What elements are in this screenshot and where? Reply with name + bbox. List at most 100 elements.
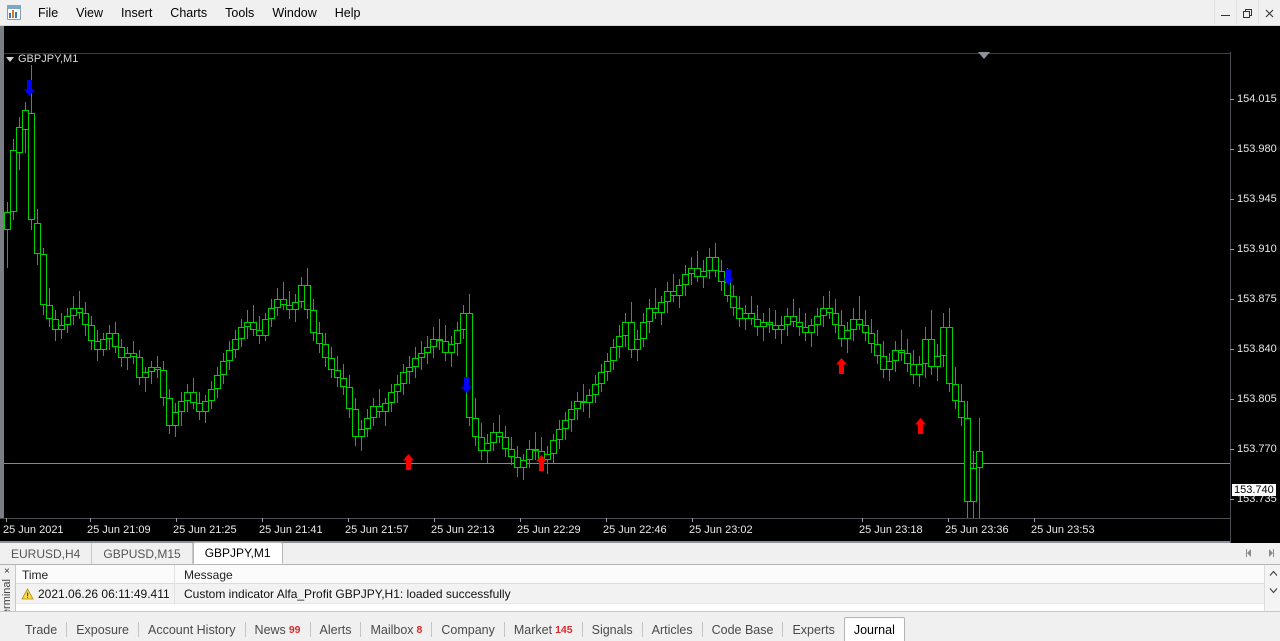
candle-wick [439, 318, 440, 350]
time-tick [606, 518, 607, 522]
tab-code-base[interactable]: Code Base [703, 619, 783, 641]
price-tick-label: 153.805 [1237, 393, 1277, 405]
price-tick-label: 154.015 [1237, 93, 1277, 105]
table-row[interactable]: 2021.06.26 06:11:49.411 Custom indicator… [16, 584, 1264, 604]
scroll-right-icon[interactable] [1264, 546, 1276, 560]
price-tick-label: 153.840 [1237, 343, 1277, 355]
tab-account-history[interactable]: Account History [139, 619, 245, 641]
tab-experts[interactable]: Experts [783, 619, 843, 641]
terminal-tab-bar: Trade Exposure Account History News 99 Alerts… [0, 611, 1280, 641]
column-header-time[interactable]: Time [22, 568, 48, 582]
chart-tab-gbpjpy-m1[interactable]: GBPJPY,M1 [192, 542, 283, 564]
scroll-up-icon[interactable] [1265, 565, 1280, 581]
menu-item-window[interactable]: Window [263, 3, 325, 23]
time-tick [90, 518, 91, 522]
menu-bar: File View Insert Charts Tools Window Help [0, 0, 1280, 26]
row-divider [174, 584, 175, 604]
time-axis-line [0, 518, 1280, 519]
journal-scrollbar[interactable] [1264, 565, 1280, 612]
chart-tab-bar: EURUSD,H4 GBPUSD,M15 GBPJPY,M1 [0, 542, 1280, 565]
menu-item-tools[interactable]: Tools [216, 3, 263, 23]
tab-trade[interactable]: Trade [16, 619, 66, 641]
price-tick [1230, 449, 1234, 450]
candle-wick [793, 299, 794, 328]
price-tick [1230, 249, 1234, 250]
terminal-close-icon[interactable]: × [4, 567, 10, 577]
tab-label: Articles [651, 623, 693, 637]
candle-wick [901, 330, 902, 362]
chart-plot[interactable] [4, 54, 1230, 543]
minimize-button[interactable] [1214, 0, 1236, 26]
time-tick [948, 518, 949, 522]
tab-journal[interactable]: Journal [843, 617, 905, 641]
time-tick-label: 25 Jun 23:02 [689, 524, 753, 536]
tab-label: Signals [591, 623, 633, 637]
chart-top-border [4, 53, 1230, 54]
tab-mailbox[interactable]: Mailbox 8 [361, 619, 431, 641]
restore-button[interactable] [1236, 0, 1258, 26]
window-controls [1214, 0, 1280, 26]
column-divider[interactable] [174, 565, 175, 584]
scroll-down-icon[interactable] [1265, 582, 1280, 598]
tab-label: Trade [25, 623, 58, 637]
chevron-down-icon[interactable] [6, 56, 14, 62]
price-tick [1230, 499, 1234, 500]
chart-tab-eurusd-h4[interactable]: EURUSD,H4 [0, 543, 93, 564]
candlestick [975, 54, 984, 543]
price-axis[interactable]: 154.015 153.980 153.945 153.910 153.875 153.8… [1230, 52, 1280, 543]
chart-area[interactable]: GBPJPY,M1 154.015 153.980 153.945 153.910 15… [0, 26, 1280, 543]
time-tick [1034, 518, 1035, 522]
price-tick-label: 153.910 [1237, 243, 1277, 255]
candle-wick [499, 414, 500, 443]
chart-tab-gbpusd-m15[interactable]: GBPUSD,M15 [92, 543, 193, 564]
journal-message: Custom indicator Alfa_Profit GBPJPY,H1: … [184, 587, 511, 601]
time-tick-label: 25 Jun 22:29 [517, 524, 581, 536]
candle-wick [145, 366, 146, 393]
time-tick-label: 25 Jun 2021 [3, 524, 64, 536]
candle-wick [673, 273, 674, 302]
chart-scroll-marker-icon[interactable] [978, 52, 990, 59]
tab-exposure[interactable]: Exposure [67, 619, 138, 641]
price-tick [1230, 349, 1234, 350]
tab-label: Exposure [76, 623, 130, 637]
tab-label: Journal [853, 622, 895, 637]
buy-arrow-icon [835, 358, 848, 374]
price-tick [1230, 299, 1234, 300]
chart-symbol-label: GBPJPY,M1 [6, 53, 78, 65]
tab-label: Experts [792, 623, 835, 637]
candle-wick [769, 307, 770, 334]
time-tick [176, 518, 177, 522]
tab-label: Alerts [319, 623, 352, 637]
tab-badge: 99 [288, 624, 301, 636]
candle-body [976, 451, 983, 469]
time-axis[interactable]: 25 Jun 2021 25 Jun 21:09 25 Jun 21:25 25 Ju… [0, 518, 1280, 543]
tab-signals[interactable]: Signals [583, 619, 642, 641]
tab-company[interactable]: Company [432, 619, 504, 641]
tab-market[interactable]: Market 145 [505, 619, 582, 641]
journal-table: Time Message 2021.06.26 06:11:49.411 Cust… [16, 565, 1264, 612]
menu-item-charts[interactable]: Charts [161, 3, 216, 23]
time-tick-label: 25 Jun 21:57 [345, 524, 409, 536]
time-tick [6, 518, 7, 522]
sell-arrow-icon [460, 377, 473, 393]
candle-wick [79, 290, 80, 319]
warning-icon [21, 588, 34, 603]
column-header-message[interactable]: Message [184, 568, 233, 582]
menu-item-view[interactable]: View [67, 3, 112, 23]
price-tick [1230, 199, 1234, 200]
menu-item-file[interactable]: File [29, 3, 67, 23]
price-tick [1230, 99, 1234, 100]
time-tick [692, 518, 693, 522]
journal-time: 2021.06.26 06:11:49.411 [38, 587, 170, 601]
tab-alerts[interactable]: Alerts [311, 619, 361, 641]
close-button[interactable] [1258, 0, 1280, 26]
tab-news[interactable]: News 99 [246, 619, 310, 641]
price-tick-label: 153.770 [1237, 443, 1277, 455]
price-axis-line [1230, 52, 1231, 543]
journal-table-header: Time Message [16, 565, 1264, 584]
menu-item-insert[interactable]: Insert [112, 3, 161, 23]
tab-articles[interactable]: Articles [643, 619, 702, 641]
menu-item-help[interactable]: Help [326, 3, 370, 23]
tab-label: Account History [148, 623, 236, 637]
scroll-left-icon[interactable] [1243, 546, 1255, 560]
